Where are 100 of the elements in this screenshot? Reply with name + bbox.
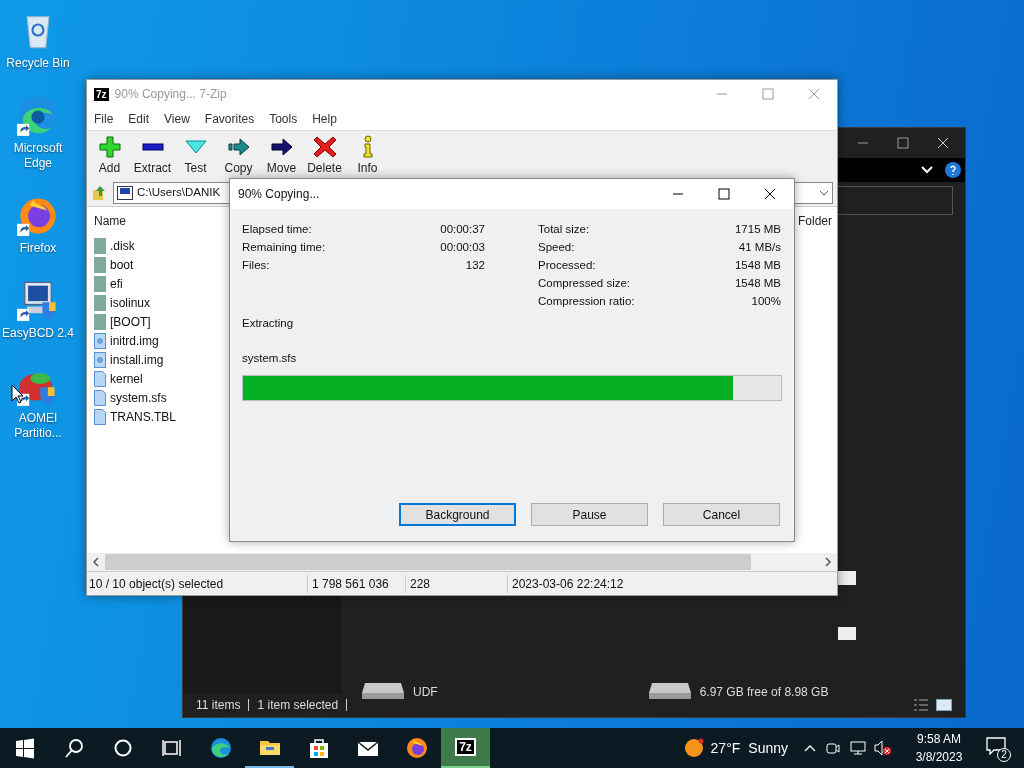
file-name[interactable]: isolinux: [110, 293, 151, 312]
search-icon: [62, 737, 85, 759]
drive-icon: [647, 681, 692, 701]
stat-label: Remaining time:: [242, 240, 327, 255]
dialog-title: 90% Copying...: [238, 186, 320, 203]
menu-item[interactable]: Tools: [269, 110, 298, 128]
operation-text: Extracting: [242, 316, 295, 331]
toolbar-button[interactable]: Test: [174, 134, 217, 177]
scroll-left-icon[interactable]: [92, 557, 100, 567]
plus-icon: [97, 134, 122, 159]
dialog-button[interactable]: Cancel: [663, 503, 780, 526]
edge-icon[interactable]: [16, 93, 60, 137]
status-text: 228: [405, 574, 507, 593]
stat-value: 00:00:03: [440, 240, 485, 255]
dialog-button[interactable]: Pause: [531, 503, 648, 526]
window-title: 90% Copying... 7-Zip: [114, 86, 227, 103]
disc-image-icon: [94, 351, 106, 368]
menu-item[interactable]: Favorites: [204, 110, 255, 128]
menu-item[interactable]: Edit: [128, 110, 150, 128]
maximize-icon[interactable]: [718, 188, 730, 200]
weather-condition[interactable]: Sunny: [748, 737, 788, 759]
drive-icon: [361, 681, 405, 701]
stat-label: Compressed size:: [538, 276, 632, 291]
file-name[interactable]: [BOOT]: [110, 312, 151, 331]
close-icon[interactable]: [764, 188, 776, 200]
file-name[interactable]: system.sfs: [110, 388, 167, 407]
file-name[interactable]: boot: [110, 255, 134, 274]
toolbar-button[interactable]: Copy: [217, 134, 260, 177]
weather-temperature[interactable]: 27°F: [710, 737, 741, 759]
toolbar-button[interactable]: Move: [260, 134, 303, 177]
stat-label: Speed:: [538, 240, 576, 255]
stat-label: Total size:: [538, 222, 591, 237]
menu-item[interactable]: View: [164, 110, 190, 128]
stat-value: 1548 MB: [734, 258, 781, 273]
stat-label: Files:: [242, 258, 271, 273]
status-text: 2023-03-06 22:24:12: [507, 574, 624, 593]
stat-value: 1715 MB: [734, 222, 781, 237]
x-icon: [312, 134, 337, 159]
toolbar-button[interactable]: Add: [88, 134, 131, 177]
column-header[interactable]: Name: [94, 212, 126, 230]
sun-icon[interactable]: [683, 738, 704, 758]
mouse-cursor-icon: [11, 384, 24, 404]
menu-item[interactable]: Help: [312, 110, 337, 128]
details-view-icon[interactable]: [914, 699, 928, 711]
tiles-view-icon[interactable]: [936, 699, 952, 711]
meet-now-icon[interactable]: [826, 741, 840, 755]
toolbar-button[interactable]: Info: [346, 134, 389, 177]
tile-fragment: [838, 627, 856, 640]
shopping-bag-icon: [307, 737, 330, 759]
chevron-down-icon[interactable]: [819, 190, 829, 196]
stat-value: 1548 MB: [734, 276, 781, 291]
scroll-right-icon[interactable]: [824, 557, 832, 567]
toolbar-button[interactable]: Extract: [131, 134, 174, 177]
stat-value: 00:00:37: [440, 222, 485, 237]
speaker-muted-icon[interactable]: [874, 740, 892, 756]
file-name[interactable]: install.img: [110, 350, 164, 369]
chevron-up-icon[interactable]: [804, 744, 816, 752]
folder-icon: [94, 294, 106, 311]
stat-value: 100%: [750, 294, 781, 309]
drive-label: 6.97 GB free of 8.98 GB: [699, 684, 829, 701]
disc-image-icon: [94, 332, 106, 349]
app-logo: 7z: [94, 87, 109, 101]
task-view-icon: [160, 737, 183, 759]
minus-icon: [141, 142, 164, 151]
folder-icon: [94, 237, 106, 254]
stat-label: Compression ratio:: [538, 294, 636, 309]
firefox-icon: [405, 737, 428, 759]
toolbar-button[interactable]: Delete: [303, 134, 346, 177]
stat-label: Elapsed time:: [242, 222, 313, 237]
status-text: 1 798 561 036: [307, 574, 405, 593]
file-icon: [94, 389, 106, 406]
network-icon[interactable]: [850, 741, 866, 755]
file-name[interactable]: .disk: [110, 236, 135, 255]
folder-icon: [94, 256, 106, 273]
folder-icon: [94, 275, 106, 292]
archive-app-icon: 7z: [455, 738, 476, 756]
stat-value: 132: [464, 258, 485, 273]
stat-value: 41 MB/s: [737, 240, 781, 255]
column-header[interactable]: Folder: [798, 212, 832, 230]
stat-label: Processed:: [538, 258, 597, 273]
file-name[interactable]: efi: [110, 274, 123, 293]
clock-time[interactable]: 9:58 AM: [917, 730, 961, 748]
file-name[interactable]: initrd.img: [110, 331, 159, 350]
scrollbar-thumb[interactable]: [105, 554, 751, 570]
edge-icon: [209, 737, 232, 759]
file-icon: [94, 408, 106, 425]
drive-label: UDF: [413, 684, 438, 701]
clock-date[interactable]: 3/8/2023: [915, 748, 963, 766]
windows-icon: [13, 737, 36, 759]
notification-count: 2: [997, 748, 1011, 762]
file-name[interactable]: TRANS.TBL: [110, 407, 176, 426]
status-text: 11 items: [196, 697, 241, 714]
status-text: 10 / 10 object(s) selected: [88, 575, 225, 593]
status-text: 1 item selected: [257, 697, 339, 714]
taskbar-button[interactable]: 7z: [441, 728, 490, 768]
menu-item[interactable]: File: [94, 110, 114, 128]
file-name[interactable]: kernel: [110, 369, 143, 388]
disc-image-icon: [117, 186, 133, 200]
help-icon[interactable]: [945, 162, 961, 178]
dialog-button[interactable]: Background: [399, 503, 516, 526]
